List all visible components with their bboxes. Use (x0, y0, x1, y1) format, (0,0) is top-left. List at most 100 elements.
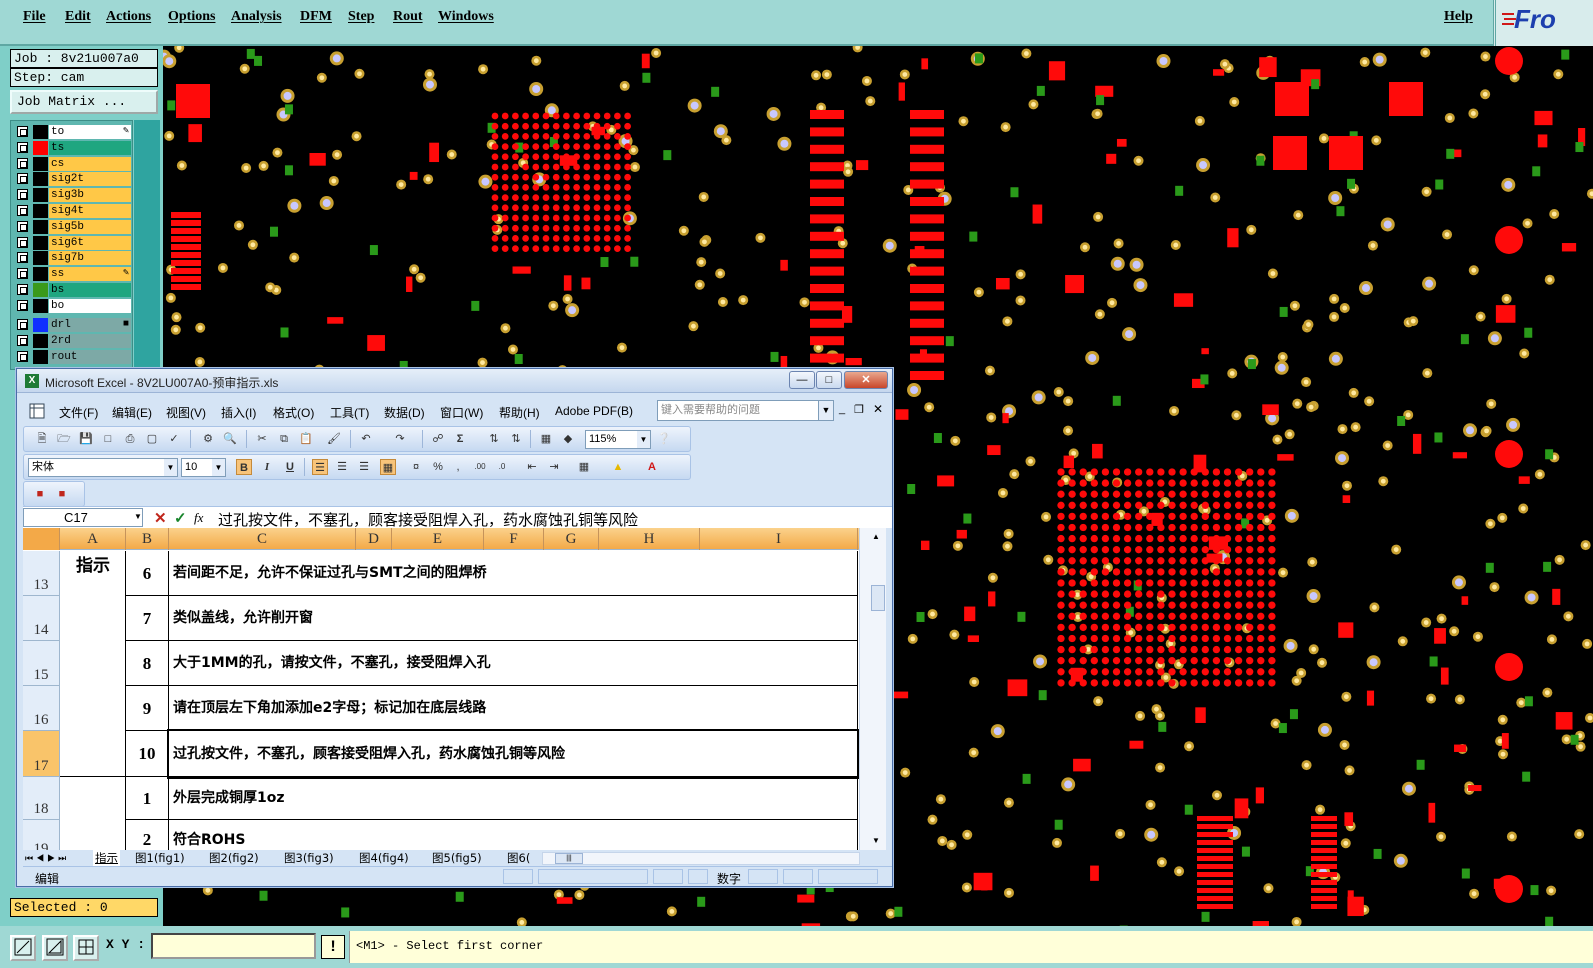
decrease-indent-icon[interactable]: ⇤ (524, 459, 540, 475)
xl-menu-format[interactable]: 格式(O) (273, 404, 314, 421)
print-preview-icon[interactable]: ▢ (144, 431, 160, 447)
increase-indent-icon[interactable]: ⇥ (546, 459, 562, 475)
column-header[interactable]: H (599, 528, 700, 550)
save-icon[interactable]: 💾 (78, 431, 94, 447)
row-header[interactable]: 15 (23, 641, 60, 686)
cell-b[interactable]: 10 (126, 731, 169, 777)
layer-checkbox[interactable] (17, 284, 28, 295)
hyperlink-icon[interactable]: ☍ (430, 431, 446, 447)
enter-icon[interactable]: ✓ (174, 509, 187, 527)
layer-row-sig6t[interactable]: sig6t (14, 235, 131, 250)
sheet-tab[interactable]: 图3(fig3) (284, 850, 334, 866)
sheet-tab[interactable]: 指示 (93, 850, 120, 866)
layer-color-swatch[interactable] (33, 283, 48, 297)
layer-color-swatch[interactable] (33, 298, 48, 313)
layer-row-drl[interactable]: drl ■ (14, 318, 131, 332)
layer-name[interactable]: sig3b (49, 188, 131, 203)
cell-b[interactable]: 7 (126, 596, 169, 641)
underline-button[interactable]: U (282, 459, 298, 475)
align-right-icon[interactable]: ☰ (356, 459, 372, 475)
layer-name[interactable]: sig6t (49, 235, 131, 250)
cell-c17-selected[interactable]: 过孔按文件，不塞孔，顾客接受阻焊入孔，药水腐蚀孔铜等风险 (167, 729, 859, 779)
sort-descending-icon[interactable]: ⇅ (508, 431, 524, 447)
layer-name[interactable]: drl ■ (49, 318, 131, 332)
layer-name[interactable]: 2rd (49, 333, 131, 348)
layer-name[interactable]: bs (49, 283, 131, 297)
xl-menu-file[interactable]: 文件(F) (59, 404, 98, 421)
menu-options[interactable]: Options (168, 9, 215, 25)
layer-checkbox[interactable] (17, 157, 28, 169)
menu-rout[interactable]: Rout (393, 9, 423, 25)
xl-menu-adobe-pdf[interactable]: Adobe PDF(B) (555, 404, 633, 418)
column-header[interactable]: D (356, 528, 392, 550)
currency-icon[interactable]: ¤ (408, 459, 424, 475)
align-center-icon[interactable]: ☰ (334, 459, 350, 475)
layer-checkbox[interactable] (17, 299, 28, 311)
layer-row-sig4t[interactable]: sig4t (14, 204, 131, 218)
cell-a[interactable] (60, 641, 126, 686)
cell-a[interactable] (60, 596, 126, 641)
layer-color-swatch[interactable] (33, 219, 48, 234)
column-header[interactable]: F (484, 528, 544, 550)
help-dropdown-icon[interactable]: ▼ (818, 401, 833, 420)
sort-ascending-icon[interactable]: ⇅ (486, 431, 502, 447)
layer-color-swatch[interactable] (33, 235, 48, 250)
chart-wizard-icon[interactable]: ▦ (538, 431, 554, 447)
scroll-down-icon[interactable]: ▼ (872, 836, 880, 845)
column-header[interactable]: I (700, 528, 858, 550)
cell-b[interactable]: 6 (126, 551, 169, 596)
layer-color-swatch[interactable] (33, 125, 48, 139)
menu-help[interactable]: Help (1444, 9, 1473, 25)
formula-input[interactable]: 过孔按文件，不塞孔，顾客接受阻焊入孔，药水腐蚀孔铜等风险 (218, 509, 638, 530)
minimize-button[interactable]: — (789, 371, 815, 389)
layer-row-bo[interactable]: bo (14, 298, 131, 313)
layer-checkbox[interactable] (17, 334, 28, 346)
menu-file[interactable]: File (23, 9, 46, 25)
sheet-tab[interactable]: 图2(fig2) (209, 850, 259, 866)
font-color-icon[interactable]: A (644, 459, 660, 475)
cell-a[interactable] (60, 820, 126, 850)
row-header[interactable]: 17 (23, 731, 60, 777)
borders-icon[interactable]: ▦ (576, 459, 592, 475)
redo-icon[interactable]: ↷ (392, 431, 408, 447)
cell-c[interactable]: 符合ROHS (169, 820, 858, 850)
layer-row-2rd[interactable]: 2rd (14, 333, 131, 348)
fill-color-icon[interactable]: ▲ (610, 459, 626, 475)
column-header[interactable]: A (60, 528, 126, 550)
horizontal-scroll-thumb[interactable]: ||| (555, 853, 583, 864)
layer-row-rout[interactable]: rout (14, 349, 131, 364)
convert-pdf-email-icon[interactable]: ■ (54, 486, 70, 502)
layer-checkbox[interactable] (17, 173, 28, 185)
scroll-up-icon[interactable]: ▲ (872, 532, 880, 541)
format-painter-icon[interactable]: 🖌 (326, 431, 342, 447)
font-size-dropdown-icon[interactable]: ▼ (212, 459, 225, 476)
comma-icon[interactable]: , (450, 459, 466, 475)
cell-b[interactable]: 2 (126, 820, 169, 850)
layer-color-swatch[interactable] (33, 188, 48, 203)
research-icon[interactable]: ⚙ (200, 431, 216, 447)
increase-decimal-icon[interactable]: .00 (472, 459, 488, 475)
cell-c[interactable]: 大于1MM的孔，请按文件，不塞孔，接受阻焊入孔 (169, 641, 858, 686)
merge-center-icon[interactable]: ▦ (380, 459, 396, 475)
layer-color-swatch[interactable] (33, 333, 48, 348)
layer-color-swatch[interactable] (33, 204, 48, 218)
cell-a[interactable] (60, 686, 126, 731)
horizontal-scrollbar[interactable]: ||| (542, 852, 860, 865)
help-search-input[interactable]: 键入需要帮助的问题 (657, 400, 834, 421)
layer-checkbox[interactable] (17, 236, 28, 248)
layer-name[interactable]: sig4t (49, 204, 131, 218)
menu-step[interactable]: Step (348, 9, 374, 25)
layer-checkbox[interactable] (17, 189, 28, 201)
cut-icon[interactable]: ✂ (254, 431, 270, 447)
copy-icon[interactable]: ⧉ (276, 431, 292, 447)
select-all-button[interactable] (23, 528, 60, 550)
cell-c[interactable]: 类似盖线，允许削开窗 (169, 596, 858, 641)
layer-row-to[interactable]: to ✎ (14, 125, 131, 139)
sheet-nav-icon[interactable]: ⏮◀▶⏭ (25, 850, 69, 866)
layer-row-cs[interactable]: cs (14, 156, 131, 171)
column-header[interactable]: E (392, 528, 484, 550)
layer-checkbox[interactable] (17, 126, 28, 137)
drawing-icon[interactable]: ◆ (560, 431, 576, 447)
layer-checkbox[interactable] (17, 205, 28, 216)
layer-color-swatch[interactable] (33, 349, 48, 364)
